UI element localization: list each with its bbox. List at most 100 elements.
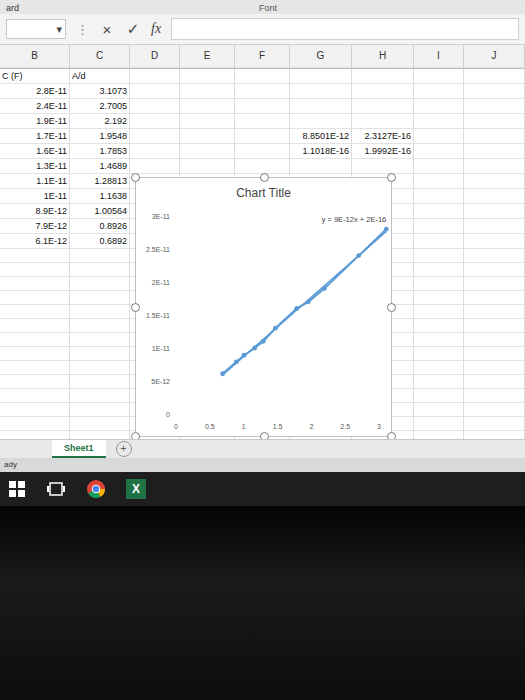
cell[interactable] [464,249,525,263]
cell[interactable] [180,84,235,99]
more-icon[interactable]: ⋮ [76,22,89,37]
cell[interactable] [464,375,525,389]
column-header[interactable]: G [290,45,352,68]
resize-handle[interactable] [387,173,396,182]
cell[interactable] [130,129,180,144]
cell[interactable] [414,159,464,174]
cell[interactable]: 1.9E-11 [0,114,70,129]
resize-handle[interactable] [260,173,269,182]
cell[interactable] [0,277,70,291]
column-header[interactable]: J [464,45,525,68]
cell[interactable] [0,431,70,439]
series-line[interactable] [223,229,387,374]
insert-function-button[interactable]: fx [151,21,161,37]
cell[interactable]: 7.9E-12 [0,219,70,234]
cell[interactable] [290,159,352,174]
cell[interactable] [464,403,525,417]
cell[interactable]: 2.4E-11 [0,99,70,114]
column-header[interactable]: F [235,45,290,68]
cell[interactable] [180,114,235,129]
cell[interactable] [235,159,290,174]
cell[interactable]: 1.1018E-16 [290,144,352,159]
cell[interactable] [0,319,70,333]
cell[interactable] [130,114,180,129]
cell[interactable] [70,347,130,361]
cell[interactable] [414,431,464,439]
cell[interactable] [70,277,130,291]
cell[interactable] [464,114,525,129]
cell[interactable] [464,319,525,333]
resize-handle[interactable] [387,303,396,312]
cell[interactable] [464,389,525,403]
dropdown-icon[interactable]: ▾ [56,23,62,36]
data-point[interactable] [322,286,327,291]
cell[interactable] [70,291,130,305]
cell[interactable] [70,319,130,333]
cell[interactable] [0,347,70,361]
enter-button[interactable]: ✓ [125,20,141,38]
data-point[interactable] [261,339,266,344]
cell[interactable] [352,114,414,129]
cell[interactable] [0,375,70,389]
cell[interactable] [464,204,525,219]
cell[interactable]: C (F) [0,69,70,84]
cell[interactable] [414,319,464,333]
column-header[interactable]: H [352,45,414,68]
cell[interactable] [352,159,414,174]
sheet-tab[interactable]: Sheet1 [52,440,106,458]
cell[interactable] [414,69,464,84]
cell[interactable] [0,361,70,375]
cell[interactable]: 1.4689 [70,159,130,174]
cell[interactable] [352,84,414,99]
cell[interactable] [70,305,130,319]
cell[interactable] [414,189,464,204]
cell[interactable] [464,234,525,249]
cell[interactable]: 1.28813 [70,174,130,189]
data-point[interactable] [356,253,361,258]
resize-handle[interactable] [131,432,140,439]
task-view-icon[interactable] [46,480,66,498]
cell[interactable] [464,189,525,204]
cell[interactable] [464,219,525,234]
cell[interactable] [414,263,464,277]
cell[interactable] [290,114,352,129]
cell[interactable] [414,403,464,417]
trendline-label[interactable]: y = 9E-12x + 2E-16 [322,215,387,224]
column-header[interactable]: C [70,45,130,68]
cell[interactable] [464,144,525,159]
cell[interactable] [70,375,130,389]
cell[interactable] [352,99,414,114]
cell[interactable]: A/d [70,69,130,84]
cell[interactable] [0,263,70,277]
column-header[interactable]: B [0,45,70,68]
cell[interactable] [235,144,290,159]
cell[interactable] [464,174,525,189]
cell[interactable] [235,84,290,99]
cell[interactable]: 2.192 [70,114,130,129]
cell[interactable]: 2.3127E-16 [352,129,414,144]
cell[interactable] [70,361,130,375]
cell[interactable] [180,69,235,84]
resize-handle[interactable] [131,173,140,182]
cell[interactable] [70,389,130,403]
cell[interactable]: 1.6E-11 [0,144,70,159]
cell[interactable] [414,361,464,375]
cell[interactable] [414,99,464,114]
cell[interactable] [0,249,70,263]
cell[interactable]: 1.9992E-16 [352,144,414,159]
cell[interactable] [414,219,464,234]
cell[interactable] [0,291,70,305]
windows-icon[interactable] [8,480,26,498]
cell[interactable] [235,99,290,114]
excel-icon[interactable]: X [126,479,146,499]
cell[interactable] [464,69,525,84]
cell[interactable] [414,305,464,319]
chart[interactable]: Chart Title3E-112.5E-112E-111.5E-111E-11… [135,177,392,437]
cell[interactable]: 0.6892 [70,234,130,249]
cell[interactable] [464,305,525,319]
cell[interactable] [0,389,70,403]
column-header[interactable]: I [414,45,464,68]
data-point[interactable] [306,299,311,304]
cell[interactable] [414,84,464,99]
resize-handle[interactable] [131,303,140,312]
